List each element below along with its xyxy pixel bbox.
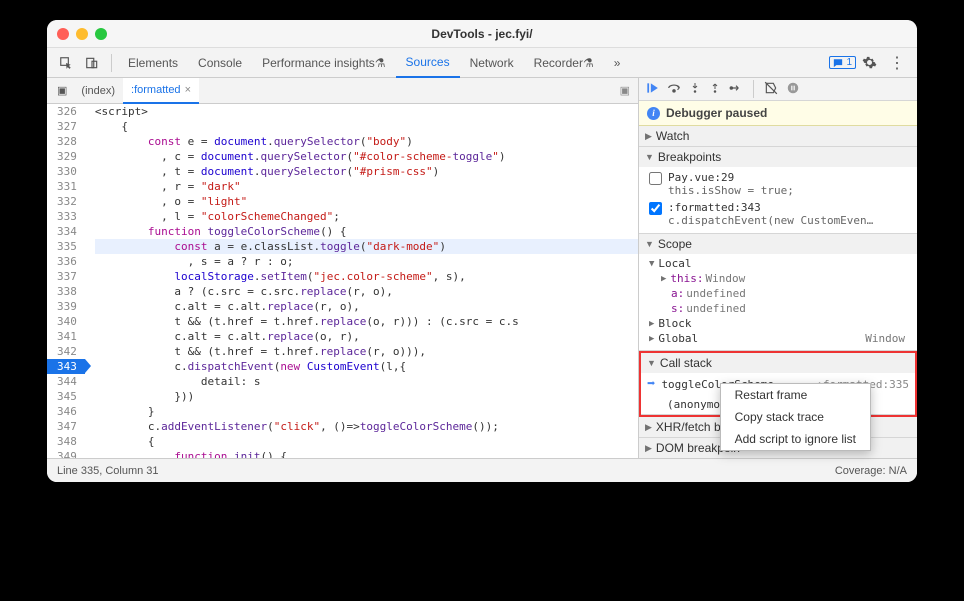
deactivate-breakpoints-icon[interactable] (764, 81, 778, 98)
coverage-status: Coverage: N/A (835, 465, 907, 477)
navigator-toggle-icon[interactable]: ▣ (51, 84, 73, 97)
paused-label: Debugger paused (666, 106, 767, 120)
menu-copy-stack-trace[interactable]: Copy stack trace (721, 406, 870, 428)
status-bar: Line 335, Column 31 Coverage: N/A (47, 458, 917, 482)
line-gutter: 3263273283293303313323333343353363373383… (47, 104, 85, 458)
devtools-window: DevTools - jec.fyi/ Elements Console Per… (47, 20, 917, 482)
callstack-header[interactable]: ▼Call stack (641, 353, 915, 373)
menu-add-ignore-list[interactable]: Add script to ignore list (721, 428, 870, 450)
breakpoint-item[interactable]: Pay.vue:29 this.isShow = true; (643, 169, 917, 199)
paused-banner: i Debugger paused (639, 101, 917, 126)
tab-sources[interactable]: Sources (396, 48, 460, 78)
settings-icon[interactable] (856, 55, 883, 70)
resume-icon[interactable] (645, 81, 659, 98)
titlebar: DevTools - jec.fyi/ (47, 20, 917, 48)
step-over-icon[interactable] (667, 81, 681, 98)
current-frame-icon: ➡ (647, 376, 655, 392)
tab-performance-insights[interactable]: Performance insights ⚗ (252, 48, 395, 78)
scope-section: ▼Scope ▼Local ▶this: Window a: undefined… (639, 234, 917, 351)
watch-header[interactable]: ▶Watch (639, 126, 917, 146)
tab-recorder[interactable]: Recorder ⚗ (524, 48, 604, 78)
breakpoints-section: ▼Breakpoints Pay.vue:29 this.isShow = tr… (639, 147, 917, 234)
debugger-toolbar (639, 78, 917, 101)
file-tabs: ▣ (index) :formatted × ▣ (47, 78, 638, 104)
tab-console[interactable]: Console (188, 48, 252, 78)
window-title: DevTools - jec.fyi/ (47, 27, 917, 41)
device-toggle-icon[interactable] (79, 56, 105, 70)
breakpoints-header[interactable]: ▼Breakpoints (639, 147, 917, 167)
info-icon: i (647, 107, 660, 120)
inspect-icon[interactable] (53, 56, 79, 70)
main-tabs: Elements Console Performance insights ⚗ … (47, 48, 917, 78)
beaker-icon: ⚗ (375, 56, 386, 70)
file-tab-index[interactable]: (index) (73, 78, 123, 104)
code-editor[interactable]: 3263273283293303313323333343353363373383… (47, 104, 638, 458)
more-icon[interactable]: ⋮ (883, 53, 911, 73)
beaker-icon: ⚗ (583, 56, 594, 70)
tabs-overflow-icon[interactable]: » (604, 48, 631, 78)
context-menu: Restart frame Copy stack trace Add scrip… (720, 383, 871, 451)
cursor-position: Line 335, Column 31 (57, 465, 159, 477)
step-into-icon[interactable] (689, 81, 701, 98)
scope-header[interactable]: ▼Scope (639, 234, 917, 254)
tab-network[interactable]: Network (460, 48, 524, 78)
step-icon[interactable] (729, 81, 743, 98)
code-lines[interactable]: <script> { const e = document.querySelec… (85, 104, 638, 458)
source-pane: ▣ (index) :formatted × ▣ 326327328329330… (47, 78, 639, 458)
pause-exceptions-icon[interactable] (786, 81, 800, 98)
watch-section: ▶Watch (639, 126, 917, 147)
messages-chip[interactable]: 1 (829, 56, 856, 69)
step-out-icon[interactable] (709, 81, 721, 98)
tab-elements[interactable]: Elements (118, 48, 188, 78)
breakpoint-checkbox[interactable] (649, 202, 662, 215)
menu-restart-frame[interactable]: Restart frame (721, 384, 870, 406)
breakpoint-item[interactable]: :formatted:343 c.dispatchEvent(new Custo… (643, 199, 917, 229)
file-tab-formatted[interactable]: :formatted × (123, 78, 199, 104)
close-tab-icon[interactable]: × (185, 84, 191, 96)
breakpoint-checkbox[interactable] (649, 172, 662, 185)
file-tabs-overflow-icon[interactable]: ▣ (620, 84, 634, 97)
